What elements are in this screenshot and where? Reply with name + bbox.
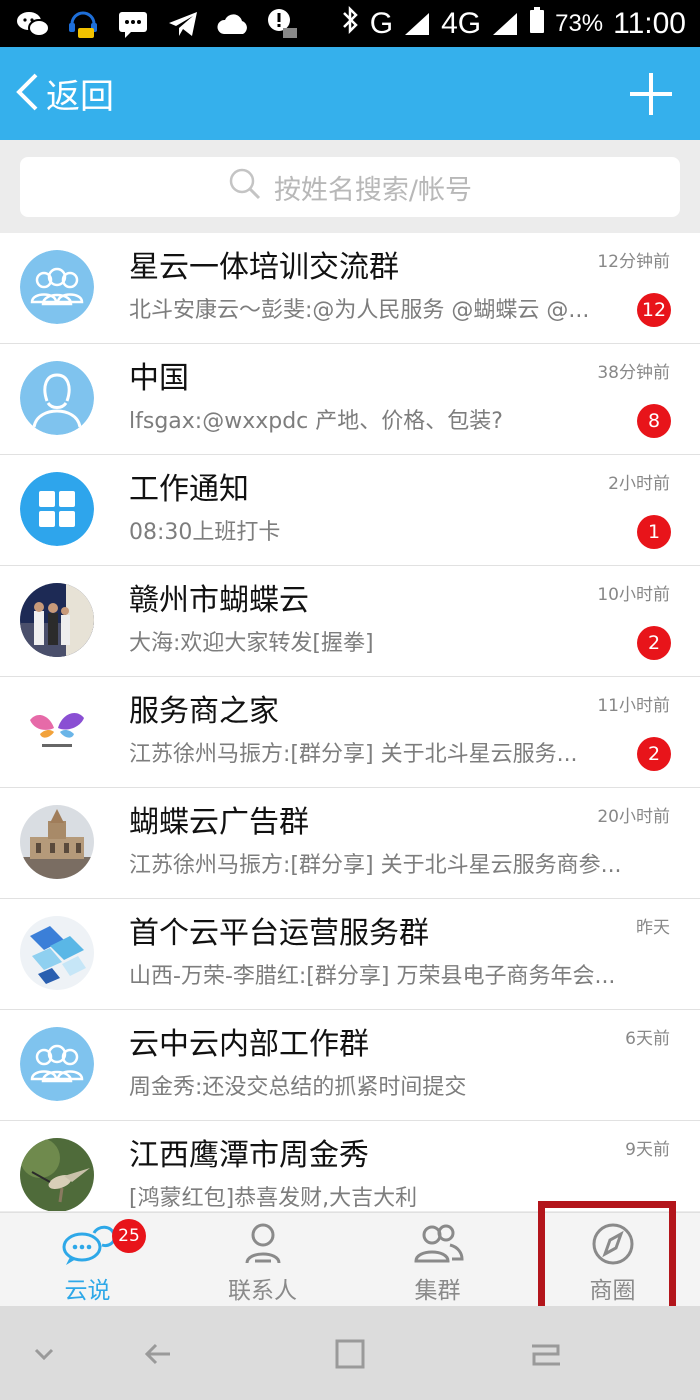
chat-row[interactable]: 中国 38分钟前 lfsgax:@wxxpdc 产地、价格、包装? 8 [0, 344, 700, 455]
chat-time: 10小时前 [597, 585, 670, 605]
chat-preview: [鸿蒙红包]恭喜发财,大吉大利 [129, 1186, 418, 1211]
chat-time: 20小时前 [597, 807, 670, 827]
chat-preview: 08:30上班打卡 [129, 520, 281, 545]
system-nav-bar [0, 1306, 700, 1400]
unread-badge: 1 [637, 515, 671, 549]
search-placeholder: 按姓名搜索/帐号 [273, 174, 473, 206]
chevron-down-icon[interactable] [20, 1330, 68, 1378]
clock: 11:00 [613, 6, 686, 40]
cloud-icon [216, 9, 250, 39]
battery-level: 73% [555, 9, 604, 37]
tab-yunshuo[interactable]: 云说 25 [0, 1213, 175, 1307]
chat-name: 星云一体培训交流群 [129, 250, 399, 285]
tab-contacts[interactable]: 联系人 [175, 1213, 350, 1307]
chat-name: 工作通知 [129, 472, 249, 507]
bottom-tab-bar: 云说 25 联系人 集群 商圈 [0, 1212, 700, 1307]
chat-time: 11小时前 [597, 696, 670, 716]
chevron-left-icon [14, 72, 40, 116]
group-avatar-icon [20, 250, 94, 324]
signal-icon [403, 11, 431, 37]
tab-business-circle[interactable]: 商圈 [525, 1213, 700, 1307]
hummingbird-photo-avatar [20, 1138, 94, 1211]
header-bar: 返回 [0, 47, 700, 140]
network-4g-label: 4G [441, 6, 482, 40]
unread-badge: 2 [637, 737, 671, 771]
chat-preview: 北斗安康云～彭斐:@为人民服务 @蝴蝶云 @... [129, 298, 590, 323]
search-area: 按姓名搜索/帐号 [0, 140, 700, 233]
battery-icon [529, 6, 545, 42]
chat-row[interactable]: 首个云平台运营服务群 昨天 山西-万荣-李腊红:[群分享] 万荣县电子商务年会.… [0, 899, 700, 1010]
wechat-icon [16, 9, 50, 39]
cloud-platform-avatar [20, 916, 94, 990]
chat-time: 38分钟前 [597, 363, 670, 383]
tab-label: 联系人 [228, 1278, 297, 1304]
telegram-icon [166, 9, 200, 39]
signal-4g-icon [491, 11, 519, 37]
search-input[interactable]: 按姓名搜索/帐号 [20, 157, 680, 217]
chat-time: 6天前 [625, 1029, 670, 1049]
chat-name: 云中云内部工作群 [129, 1027, 369, 1062]
tab-label: 云说 [64, 1278, 111, 1304]
chat-name: 蝴蝶云广告群 [129, 805, 309, 840]
alert-icon [266, 9, 300, 39]
chat-preview: 江苏徐州马振方:[群分享] 关于北斗星云服务... [129, 742, 578, 767]
unread-badge: 2 [637, 626, 671, 660]
chat-time: 12分钟前 [597, 252, 670, 272]
add-button[interactable] [628, 71, 674, 117]
notification-icons [16, 6, 300, 42]
chat-row[interactable]: 星云一体培训交流群 12分钟前 北斗安康云～彭斐:@为人民服务 @蝴蝶云 @..… [0, 233, 700, 344]
tab-label: 商圈 [589, 1278, 636, 1304]
group-icon [413, 1224, 464, 1263]
app-grid-icon [20, 472, 94, 546]
chat-name: 赣州市蝴蝶云 [129, 583, 309, 618]
chat-bubbles-icon [62, 1225, 116, 1265]
back-arrow-icon[interactable] [136, 1330, 184, 1378]
status-bar: G 4G 73% 11:00 [0, 0, 700, 47]
butterfly-logo [20, 694, 94, 768]
person-avatar-icon [20, 361, 94, 435]
chat-time: 昨天 [636, 918, 670, 938]
contact-icon [245, 1223, 280, 1264]
chat-name: 首个云平台运营服务群 [129, 916, 429, 951]
bluetooth-icon [340, 5, 360, 43]
chat-name: 中国 [129, 361, 189, 396]
headset-chat-icon [66, 9, 100, 39]
message-icon [116, 9, 150, 39]
unread-badge: 12 [637, 293, 671, 327]
photo-avatar [20, 583, 94, 657]
compass-icon [592, 1223, 633, 1265]
plus-icon [630, 73, 672, 115]
chat-preview: 周金秀:还没交总结的抓紧时间提交 [129, 1075, 467, 1100]
tab-cluster[interactable]: 集群 [350, 1213, 525, 1307]
back-button[interactable]: 返回 [14, 47, 114, 140]
chat-name: 服务商之家 [129, 694, 279, 729]
chat-name: 江西鹰潭市周金秀 [129, 1138, 369, 1173]
search-icon [228, 167, 262, 208]
tab-label: 集群 [414, 1278, 461, 1304]
chat-row[interactable]: 云中云内部工作群 6天前 周金秀:还没交总结的抓紧时间提交 [0, 1010, 700, 1121]
chat-preview: 大海:欢迎大家转发[握拳] [129, 631, 374, 656]
chat-row[interactable]: 蝴蝶云广告群 20小时前 江苏徐州马振方:[群分享] 关于北斗星云服务商参... [0, 788, 700, 899]
chat-preview: lfsgax:@wxxpdc 产地、价格、包装? [129, 409, 503, 434]
chat-row[interactable]: 赣州市蝴蝶云 10小时前 大海:欢迎大家转发[握拳] 2 [0, 566, 700, 677]
chat-row[interactable]: 江西鹰潭市周金秀 9天前 [鸿蒙红包]恭喜发财,大吉大利 [0, 1121, 700, 1211]
home-square-icon[interactable] [326, 1330, 374, 1378]
chat-row[interactable]: 工作通知 2小时前 08:30上班打卡 1 [0, 455, 700, 566]
building-photo-avatar [20, 805, 94, 879]
chat-row[interactable]: 服务商之家 11小时前 江苏徐州马振方:[群分享] 关于北斗星云服务... 2 [0, 677, 700, 788]
system-status: G 4G 73% 11:00 [340, 0, 686, 47]
network-g-label: G [369, 6, 394, 40]
chat-preview: 山西-万荣-李腊红:[群分享] 万荣县电子商务年会... [129, 964, 616, 989]
chat-time: 9天前 [625, 1140, 670, 1160]
chat-list: 星云一体培训交流群 12分钟前 北斗安康云～彭斐:@为人民服务 @蝴蝶云 @..… [0, 233, 700, 1211]
back-label: 返回 [46, 77, 114, 117]
group-avatar-icon [20, 1027, 94, 1101]
unread-badge: 25 [112, 1219, 146, 1253]
recent-apps-icon[interactable] [522, 1330, 570, 1378]
chat-time: 2小时前 [608, 474, 670, 494]
unread-badge: 8 [637, 404, 671, 438]
chat-preview: 江苏徐州马振方:[群分享] 关于北斗星云服务商参... [129, 853, 622, 878]
